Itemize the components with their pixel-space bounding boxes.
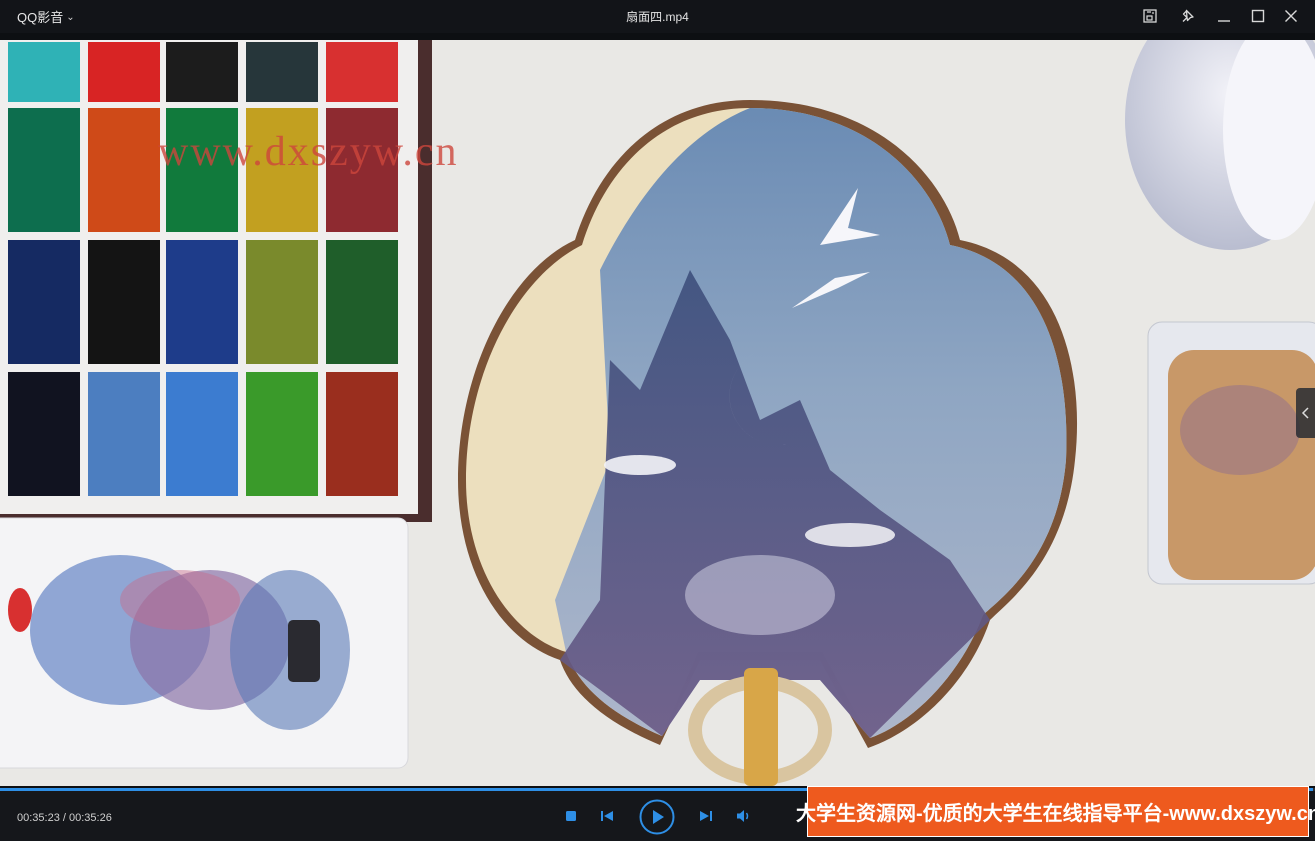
app-menu-button[interactable]: QQ影音 ⌄ <box>17 7 75 26</box>
volume-icon <box>737 810 749 822</box>
play-button[interactable] <box>638 798 676 836</box>
video-frame[interactable]: www.dxszyw.cn <box>0 40 1315 786</box>
promo-banner-text: 大学生资源网-优质的大学生在线指导平台-www.dxszyw.cn <box>795 803 1315 825</box>
paint-pans <box>8 42 398 496</box>
screenshot-icon <box>1143 9 1157 23</box>
window-title: 扇面四.mp4 <box>626 10 689 24</box>
stop-icon <box>566 811 576 821</box>
close-icon <box>1285 10 1297 22</box>
minimize-icon <box>1218 20 1230 22</box>
stop-button[interactable] <box>562 807 580 825</box>
promo-banner: 大学生资源网-优质的大学生在线指导平台-www.dxszyw.cn <box>796 786 1315 837</box>
volume-button[interactable] <box>734 806 754 826</box>
side-panel-toggle[interactable] <box>1296 388 1315 438</box>
fan-painting <box>458 100 1078 786</box>
next-icon <box>700 811 712 821</box>
screenshot-button[interactable] <box>1137 3 1163 29</box>
minimize-button[interactable] <box>1211 3 1237 29</box>
pin-icon <box>1182 9 1194 22</box>
play-icon <box>639 799 675 835</box>
maximize-button[interactable] <box>1245 3 1271 29</box>
chevron-left-icon <box>1301 407 1309 419</box>
time-display: 00:35:23 / 00:35:26 <box>17 812 112 824</box>
maximize-icon <box>1251 9 1265 23</box>
close-button[interactable] <box>1278 3 1304 29</box>
previous-icon <box>601 811 613 821</box>
previous-button[interactable] <box>597 807 617 825</box>
app-name: QQ影音 <box>17 10 64 25</box>
watermark-text: www.dxszyw.cn <box>158 129 459 175</box>
pin-button[interactable] <box>1175 3 1201 29</box>
chevron-down-icon: ⌄ <box>66 11 75 23</box>
title-bar: QQ影音 ⌄ 扇面四.mp4 <box>0 0 1315 33</box>
next-button[interactable] <box>696 807 716 825</box>
